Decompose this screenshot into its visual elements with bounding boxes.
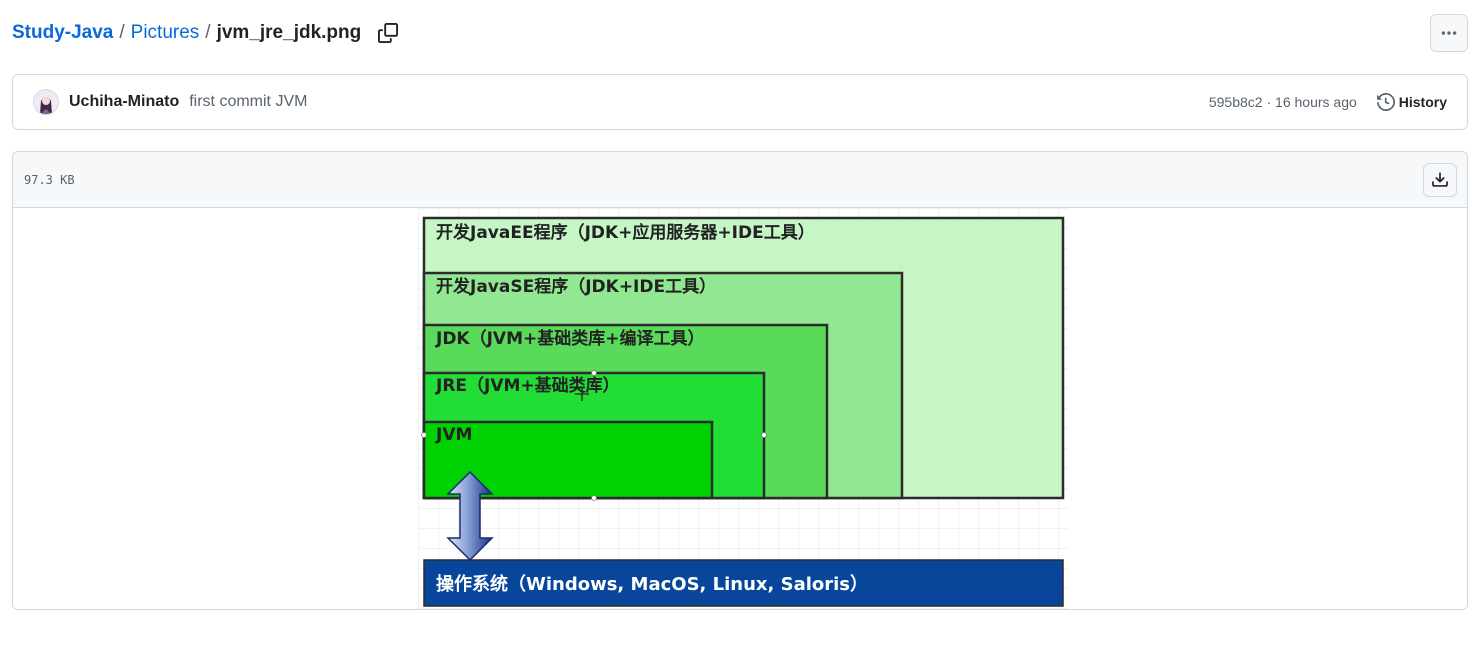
jdk-label: JDK（JVM+基础类库+编译工具）: [435, 328, 705, 349]
breadcrumb: Study-Java / Pictures / jvm_jre_jdk.png: [12, 16, 401, 50]
image-preview: 开发JavaEE程序（JDK+应用服务器+IDE工具） 开发JavaSE程序（J…: [13, 208, 1467, 609]
file-header: 97.3 KB: [13, 152, 1467, 208]
breadcrumb-file-name: jvm_jre_jdk.png: [216, 22, 362, 43]
commit-sha-link[interactable]: 595b8c2: [1209, 94, 1263, 110]
copy-path-button[interactable]: [375, 20, 401, 46]
jvm-jre-jdk-diagram: 开发JavaEE程序（JDK+应用服务器+IDE工具） 开发JavaSE程序（J…: [418, 208, 1068, 609]
javaee-label: 开发JavaEE程序（JDK+应用服务器+IDE工具）: [436, 222, 815, 243]
breadcrumb-repo-link[interactable]: Study-Java: [12, 22, 113, 44]
latest-commit-box: Uchiha-Minato first commit JVM 595b8c2 ·…: [12, 74, 1468, 130]
file-size: 97.3 KB: [24, 172, 75, 187]
commit-meta: 595b8c2 · 16 hours ago History: [1209, 93, 1447, 111]
more-options-button[interactable]: [1430, 14, 1468, 52]
file-view-page: Study-Java / Pictures / jvm_jre_jdk.png …: [0, 0, 1478, 667]
commit-meta-dot: ·: [1262, 94, 1276, 110]
breadcrumb-separator: /: [119, 22, 125, 43]
breadcrumb-separator: /: [205, 22, 211, 43]
jvm-label: JVM: [435, 425, 472, 445]
avatar[interactable]: [33, 89, 59, 115]
avatar-icon: [34, 90, 58, 114]
copy-icon: [378, 23, 399, 43]
download-button[interactable]: [1423, 162, 1457, 197]
javase-label: 开发JavaSE程序（JDK+IDE工具）: [436, 276, 716, 297]
commit-message-link[interactable]: first commit JVM: [189, 93, 307, 111]
commit-author-link[interactable]: Uchiha-Minato: [69, 93, 179, 111]
os-label: 操作系统（Windows, MacOS, Linux, Saloris）: [436, 573, 868, 595]
commit-time: 16 hours ago: [1275, 94, 1357, 110]
jre-label: JRE（JVM+基础类库）: [435, 375, 620, 396]
file-viewer: 97.3 KB 开发JavaEE程序（JDK+应用服务器+IDE工具） 开发Ja…: [12, 151, 1468, 610]
history-button[interactable]: History: [1376, 93, 1447, 111]
history-icon: [1376, 93, 1395, 111]
breadcrumb-folder-link[interactable]: Pictures: [131, 22, 200, 44]
kebab-horizontal-icon: [1441, 31, 1457, 35]
history-label: History: [1398, 94, 1447, 110]
download-icon: [1432, 171, 1448, 187]
